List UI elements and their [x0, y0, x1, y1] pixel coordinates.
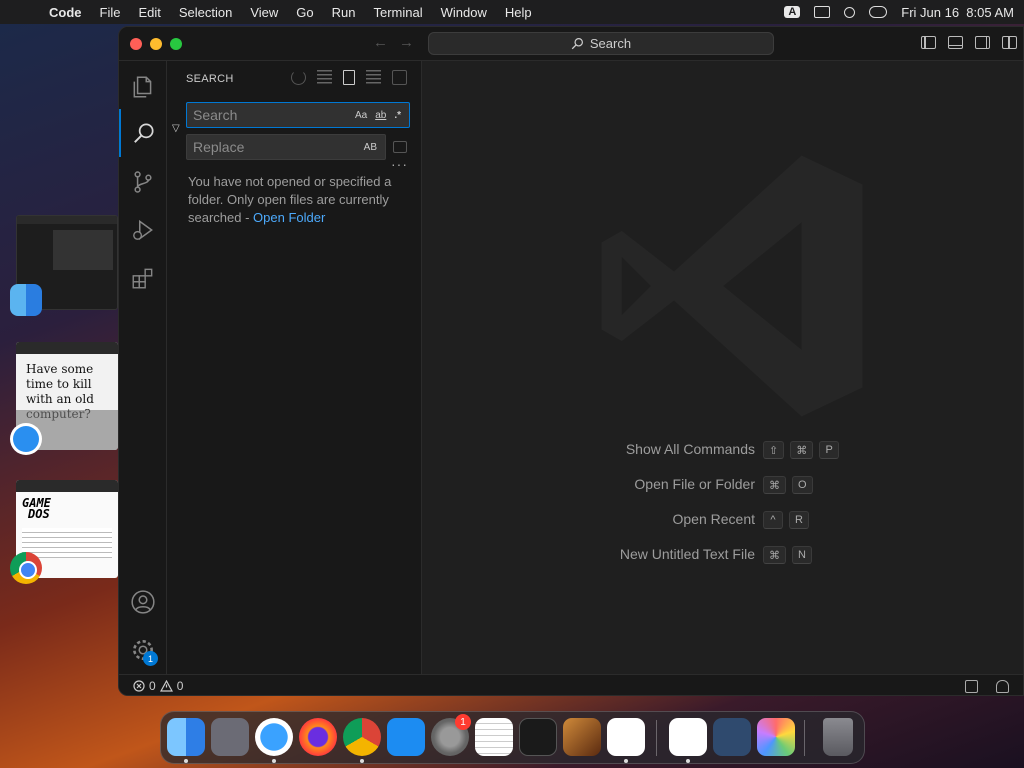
menu-terminal[interactable]: Terminal — [365, 5, 432, 20]
minimize-window-button[interactable] — [150, 38, 162, 50]
dock-chrome-icon[interactable] — [343, 718, 381, 756]
layout-controls — [921, 36, 1017, 49]
open-folder-link[interactable]: Open Folder — [253, 210, 325, 225]
menu-view[interactable]: View — [241, 5, 287, 20]
toggle-secondary-sidebar-icon[interactable] — [975, 36, 990, 49]
sidebar-title: SEARCH — [186, 73, 234, 85]
new-search-editor-icon[interactable] — [343, 70, 355, 85]
toggle-panel-icon[interactable] — [948, 36, 963, 49]
control-center-icon[interactable] — [869, 6, 888, 18]
warning-count: 0 — [176, 679, 184, 693]
match-case-icon[interactable]: Aa — [355, 110, 367, 121]
editor-area: Show All Commands ⇧ ⌘ P Open File or Fol… — [422, 61, 1023, 674]
dock-safari-icon[interactable] — [255, 718, 293, 756]
extensions-icon[interactable] — [119, 254, 167, 302]
menu-file[interactable]: File — [91, 5, 130, 20]
account-icon[interactable] — [119, 578, 167, 626]
dock-textedit-icon[interactable] — [475, 718, 513, 756]
menu-go[interactable]: Go — [287, 5, 322, 20]
spotlight-icon[interactable] — [844, 6, 856, 18]
dock: 1 — [160, 711, 865, 764]
menu-edit[interactable]: Edit — [129, 5, 169, 20]
dock-finder-icon[interactable] — [167, 718, 205, 756]
dock-firefox-icon[interactable] — [299, 718, 337, 756]
use-regex-icon[interactable]: .* — [394, 110, 401, 121]
clear-results-icon[interactable] — [317, 70, 332, 85]
bell-icon[interactable] — [996, 680, 1009, 693]
shortcut-new-untitled-file[interactable]: New Untitled Text File ⌘ N — [422, 546, 1023, 566]
collapse-all-icon[interactable] — [392, 70, 407, 85]
menu-window[interactable]: Window — [432, 5, 496, 20]
sidebar-actions — [291, 70, 407, 85]
finder-icon — [10, 284, 42, 316]
go-back-icon[interactable]: ← — [373, 34, 388, 51]
replace-input[interactable] — [193, 139, 364, 155]
close-window-button[interactable] — [130, 38, 142, 50]
search-sidebar: SEARCH ▽ Aa ab .* AB ··· You have not op… — [167, 61, 422, 674]
customize-layout-icon[interactable] — [1002, 36, 1017, 49]
menu-run[interactable]: Run — [323, 5, 365, 20]
search-icon — [571, 38, 583, 50]
menu-selection[interactable]: Selection — [170, 5, 241, 20]
source-control-icon[interactable] — [119, 158, 167, 206]
replace-all-icon[interactable] — [393, 141, 407, 153]
status-bar-right — [965, 680, 1009, 693]
dock-xcodes-icon[interactable] — [713, 718, 751, 756]
menu-help[interactable]: Help — [496, 5, 541, 20]
no-folder-message: You have not opened or specified a folde… — [188, 173, 403, 227]
toggle-search-details-icon[interactable]: ··· — [391, 156, 408, 172]
dock-terminal-icon[interactable] — [519, 718, 557, 756]
toggle-primary-sidebar-icon[interactable] — [921, 36, 936, 49]
title-bar: ← → Search — [119, 27, 1023, 61]
view-as-tree-icon[interactable] — [366, 70, 381, 85]
vscode-window: ← → Search 1 SEARCH ▽ Search Aa ab .* Re… — [118, 26, 1024, 696]
safari-icon — [10, 423, 42, 455]
search-input-box: Aa ab .* — [186, 102, 410, 128]
dock-visual-studio-icon[interactable] — [669, 718, 707, 756]
game-logo: GAME DOS — [22, 496, 51, 521]
refresh-icon[interactable] — [291, 70, 306, 85]
chrome-icon — [10, 552, 42, 584]
problems-indicator[interactable]: 0 0 — [133, 679, 183, 693]
gear-icon[interactable]: 1 — [119, 626, 167, 674]
input-source-icon[interactable]: A — [784, 6, 801, 18]
menu-app-name[interactable]: Code — [40, 5, 91, 20]
vscode-watermark-logo — [601, 155, 863, 417]
dock-garageband-icon[interactable] — [563, 718, 601, 756]
settings-update-badge: 1 — [143, 651, 158, 666]
status-bar: 0 0 — [119, 674, 1023, 695]
feedback-icon[interactable] — [965, 680, 978, 693]
warning-icon — [159, 680, 173, 692]
stage-manager-icon[interactable] — [814, 6, 831, 18]
menu-bar-extras: A Fri Jun 16 8:05 AM — [784, 5, 1014, 20]
dock-trash-icon[interactable] — [823, 718, 853, 756]
error-icon — [133, 680, 145, 692]
dock-launchpad-icon[interactable] — [211, 718, 249, 756]
match-whole-word-icon[interactable]: ab — [375, 110, 386, 121]
dock-photos-icon[interactable] — [757, 718, 795, 756]
command-center-label: Search — [589, 36, 632, 51]
explorer-icon[interactable] — [119, 63, 167, 111]
activity-bar: 1 — [119, 61, 167, 674]
preserve-case-icon[interactable]: AB — [364, 142, 377, 153]
clock[interactable]: Fri Jun 16 8:05 AM — [901, 5, 1014, 20]
command-center-search[interactable]: Search — [428, 32, 774, 55]
dock-settings-badge: 1 — [455, 714, 471, 730]
search-icon[interactable] — [119, 109, 167, 157]
shortcut-open-file-or-folder[interactable]: Open File or Folder ⌘ O — [422, 476, 1023, 496]
search-input[interactable] — [193, 107, 355, 123]
dock-vscode-icon[interactable] — [607, 718, 645, 756]
run-debug-icon[interactable] — [119, 206, 167, 254]
shortcut-open-recent[interactable]: Open Recent ^ R — [422, 511, 1023, 531]
zoom-window-button[interactable] — [170, 38, 182, 50]
replace-input-box: AB — [186, 134, 386, 160]
dock-app-store-icon[interactable] — [387, 718, 425, 756]
chevron-down-icon[interactable]: ▽ — [172, 123, 180, 134]
go-forward-icon[interactable]: → — [399, 34, 414, 51]
error-count: 0 — [149, 679, 156, 693]
menu-bar: Code File Edit Selection View Go Run Ter… — [0, 0, 1024, 24]
shortcut-show-all-commands[interactable]: Show All Commands ⇧ ⌘ P — [422, 441, 1023, 461]
